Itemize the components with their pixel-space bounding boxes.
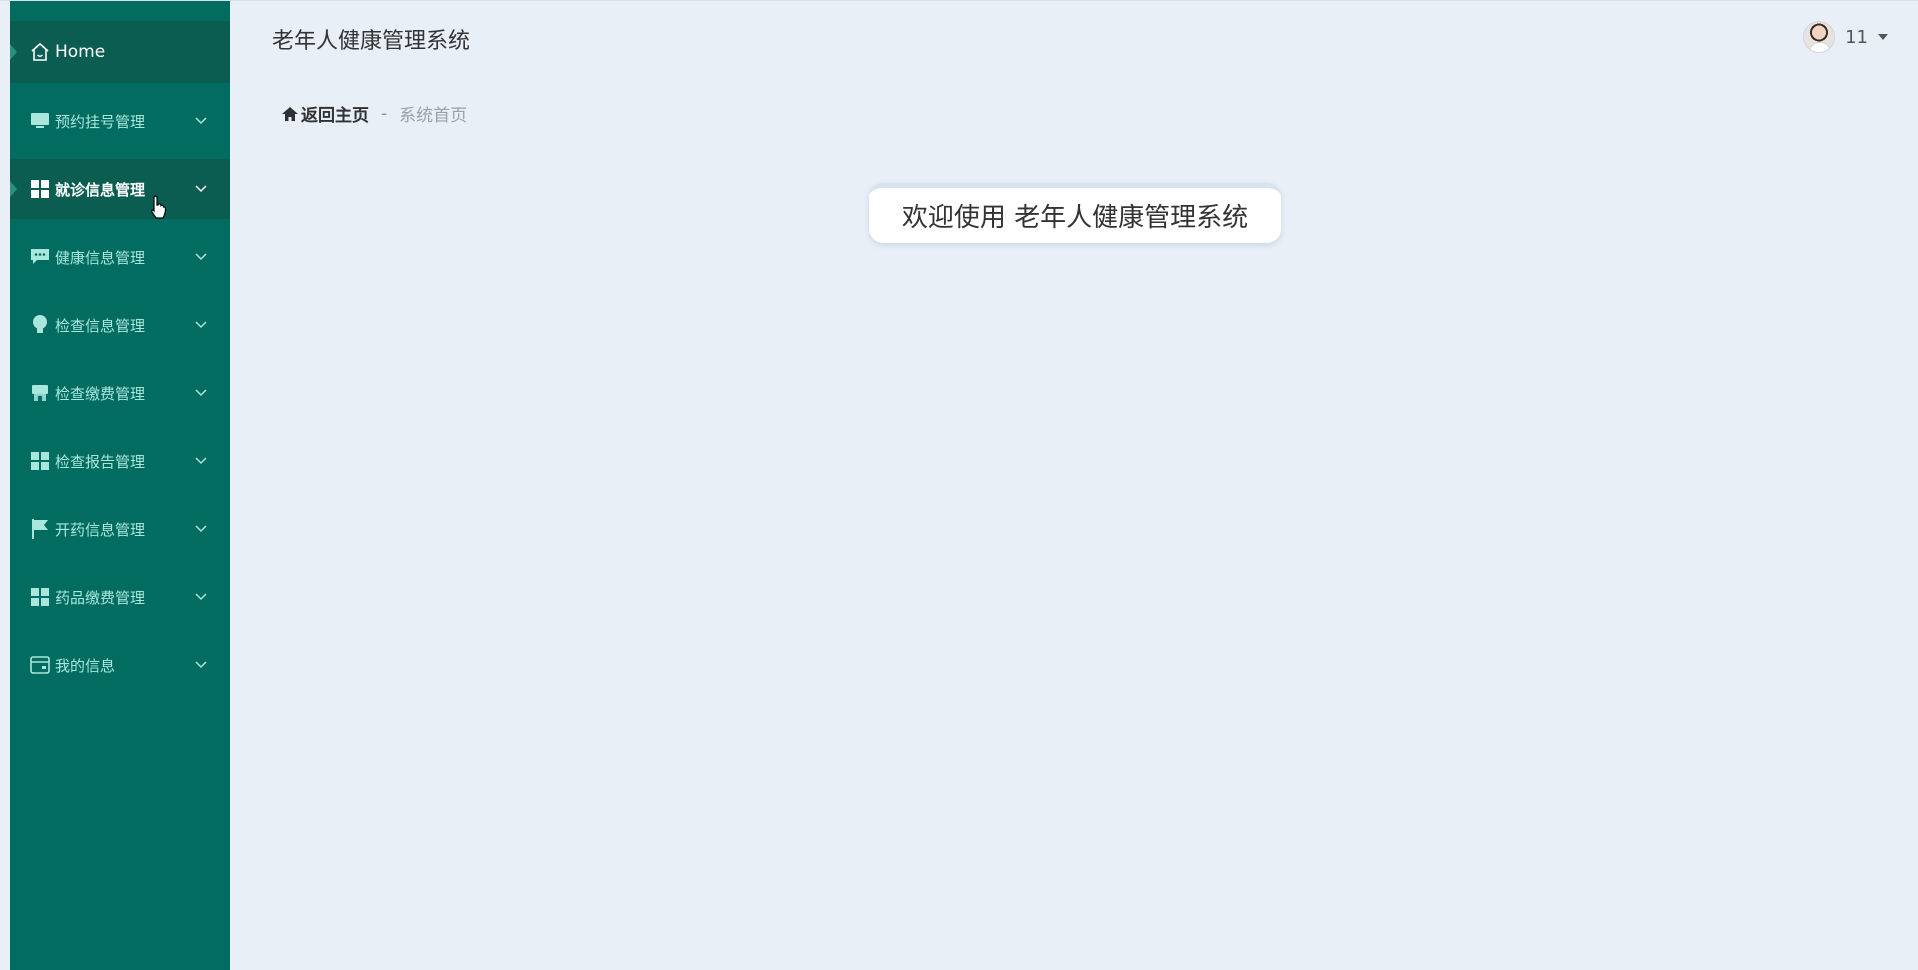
sidebar-item-visit[interactable]: 就诊信息管理 <box>10 159 230 219</box>
bulb-icon <box>30 315 50 335</box>
chevron-down-icon <box>194 250 208 264</box>
sidebar-item-label: 检查报告管理 <box>55 452 146 471</box>
sidebar-item-checkup-payment[interactable]: 检查缴费管理 <box>10 363 230 423</box>
avatar <box>1803 21 1836 53</box>
sidebar-item-label: 检查缴费管理 <box>55 384 146 403</box>
sidebar-item-my-info[interactable]: 我的信息 <box>10 635 230 695</box>
home-icon <box>30 42 50 62</box>
chat-icon <box>30 247 50 267</box>
sidebar-item-drug-payment[interactable]: 药品缴费管理 <box>10 567 230 627</box>
active-notch <box>10 181 17 197</box>
breadcrumb-home-label: 返回主页 <box>301 106 369 126</box>
sidebar-item-label: 开药信息管理 <box>55 520 146 539</box>
breadcrumb-home-link[interactable]: 返回主页 <box>282 101 369 126</box>
sidebar-item-label: 我的信息 <box>55 656 116 675</box>
welcome-banner: 欢迎使用 老年人健康管理系统 <box>869 183 1281 243</box>
chevron-down-icon <box>194 114 208 128</box>
caret-down-icon <box>1878 32 1888 42</box>
chevron-down-icon <box>194 182 208 196</box>
shop-icon <box>30 383 50 403</box>
sidebar-item-home[interactable]: Home <box>10 21 230 83</box>
sidebar-item-label: 预约挂号管理 <box>55 112 146 131</box>
monitor-icon <box>30 111 50 131</box>
chevron-down-icon <box>194 658 208 672</box>
sidebar: Home 预约挂号管理 就诊信息管理 健康信息管理 检查信息管理 检查缴费管理 … <box>10 1 230 970</box>
grid-icon <box>30 451 50 471</box>
sidebar-item-health[interactable]: 健康信息管理 <box>10 227 230 287</box>
chevron-down-icon <box>194 590 208 604</box>
app-title: 老年人健康管理系统 <box>272 29 471 54</box>
chevron-down-icon <box>194 522 208 536</box>
flag-icon <box>30 519 50 539</box>
sidebar-item-label: 检查信息管理 <box>55 316 146 335</box>
breadcrumb-current: 系统首页 <box>399 106 468 126</box>
page: Home 预约挂号管理 就诊信息管理 健康信息管理 检查信息管理 检查缴费管理 … <box>0 0 1918 970</box>
grid-icon <box>30 587 50 607</box>
active-notch <box>10 44 17 60</box>
sidebar-item-label: 就诊信息管理 <box>55 180 146 199</box>
chevron-down-icon <box>194 454 208 468</box>
chevron-down-icon <box>194 386 208 400</box>
chevron-down-icon <box>194 318 208 332</box>
sidebar-item-appointment[interactable]: 预约挂号管理 <box>10 91 230 151</box>
sidebar-item-checkup[interactable]: 检查信息管理 <box>10 295 230 355</box>
grid-icon <box>30 179 50 199</box>
sidebar-item-label: 健康信息管理 <box>55 248 146 267</box>
sidebar-item-prescription[interactable]: 开药信息管理 <box>10 499 230 559</box>
hand-cursor-icon <box>151 195 167 219</box>
breadcrumb: 返回主页 - 系统首页 <box>282 101 467 126</box>
username: 11 <box>1845 26 1868 48</box>
sidebar-item-label: 药品缴费管理 <box>55 588 146 607</box>
sidebar-item-label: Home <box>55 42 106 62</box>
breadcrumb-separator: - <box>381 103 388 124</box>
sidebar-top-strip <box>10 1 230 21</box>
card-icon <box>30 655 50 675</box>
home-icon <box>282 106 298 121</box>
sidebar-item-checkup-report[interactable]: 检查报告管理 <box>10 431 230 491</box>
user-menu[interactable]: 11 <box>1803 21 1888 53</box>
avatar-body <box>1809 42 1832 52</box>
